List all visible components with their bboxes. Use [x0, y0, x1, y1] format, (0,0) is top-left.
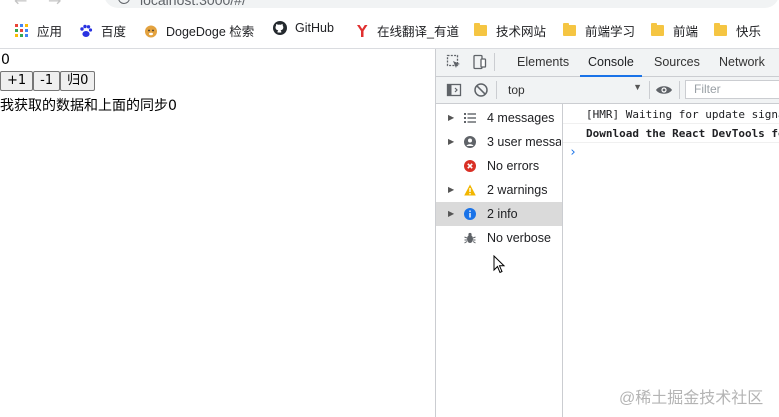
bookmark-folder-tech[interactable]: 技术网站 — [474, 21, 546, 40]
bookmark-label: 在线翻译_有道 — [377, 25, 459, 39]
page-viewport: 0 +1 -1 归0 我获取的数据和上面的同步0 — [0, 49, 435, 417]
sidebar-item-label: 2 info — [487, 207, 518, 221]
expand-arrow-icon[interactable]: ▶ — [448, 130, 454, 154]
browser-toolbar: ← → localhost:3000/#/ — [0, 0, 779, 10]
list-icon — [464, 113, 476, 123]
sidebar-item-label: No verbose — [487, 231, 551, 245]
increment-button[interactable]: +1 — [0, 71, 34, 91]
bookmark-baidu[interactable]: 百度 — [79, 21, 126, 40]
folder-icon — [563, 23, 576, 36]
tab-network[interactable]: Network — [719, 49, 765, 76]
forward-icon[interactable]: → — [48, 0, 61, 10]
sidebar-item-errors[interactable]: No errors — [436, 154, 562, 178]
bookmark-dogedoge[interactable]: DogeDoge 检索 — [144, 21, 254, 40]
sidebar-item-user-messages[interactable]: ▶ 3 user messages — [436, 130, 562, 154]
dropdown-arrow-icon: ▼ — [633, 82, 642, 92]
user-icon — [464, 136, 476, 148]
bookmark-label: DogeDoge 检索 — [166, 25, 255, 39]
bug-icon — [464, 232, 476, 244]
tab-elements[interactable]: Elements — [517, 49, 569, 76]
tab-console[interactable]: Console — [580, 49, 642, 77]
info-icon — [464, 208, 476, 220]
bookmark-label: 应用 — [37, 25, 63, 39]
device-toolbar-icon[interactable] — [471, 54, 487, 70]
toolbar-separator — [496, 81, 497, 99]
watermark-text: @稀土掘金技术社区 — [619, 390, 764, 407]
bookmark-apps[interactable]: 应用 — [15, 21, 62, 40]
warning-icon — [464, 184, 476, 196]
counter-buttons: +1 -1 归0 — [0, 71, 96, 91]
synced-message: 我获取的数据和上面的同步0 — [0, 98, 177, 114]
tab-sources[interactable]: Sources — [654, 49, 700, 76]
devtools-panel: Elements Console Sources Network top ▼ F… — [435, 49, 779, 417]
url-text[interactable]: localhost:3000/#/ — [140, 0, 246, 8]
sidebar-item-messages[interactable]: ▶ 4 messages — [436, 106, 562, 130]
expand-arrow-icon[interactable]: ▶ — [448, 202, 454, 226]
sidebar-toggle-icon[interactable] — [446, 82, 462, 98]
bookmark-github[interactable]: GitHub — [273, 21, 334, 35]
doge-icon — [145, 25, 157, 37]
mouse-cursor-icon — [493, 255, 506, 274]
baidu-paw-icon — [80, 24, 93, 37]
console-message: [HMR] Waiting for update signal from WDS… — [563, 105, 779, 124]
sidebar-item-label: 3 user messages — [487, 135, 561, 149]
bookmark-label: 技术网站 — [496, 25, 547, 39]
sidebar-item-label: 2 warnings — [487, 183, 548, 197]
context-value: top — [508, 83, 525, 97]
bookmark-label: 百度 — [101, 25, 127, 39]
github-icon — [273, 21, 287, 35]
counter-value: 0 — [1, 52, 10, 68]
devtools-tab-bar: Elements Console Sources Network — [436, 49, 779, 77]
back-icon[interactable]: ← — [14, 0, 27, 10]
bookmark-label: GitHub — [295, 21, 334, 35]
toolbar-separator — [649, 81, 650, 99]
clear-console-icon[interactable] — [473, 82, 489, 98]
console-output: [HMR] Waiting for update signal from WDS… — [563, 104, 779, 417]
bookmark-folder-frontend-learning[interactable]: 前端学习 — [563, 21, 635, 40]
bookmark-label: 快乐 — [736, 25, 762, 39]
folder-icon — [651, 23, 664, 36]
bookmark-folder-frontend[interactable]: 前端 — [651, 21, 698, 40]
sidebar-item-verbose[interactable]: No verbose — [436, 226, 562, 250]
youdao-icon — [357, 24, 368, 37]
console-prompt-chevron-icon[interactable]: › — [569, 145, 577, 160]
reset-button[interactable]: 归0 — [60, 71, 96, 91]
inspect-element-icon[interactable] — [446, 54, 462, 70]
folder-icon — [474, 23, 487, 36]
sidebar-item-warnings[interactable]: ▶ 2 warnings — [436, 178, 562, 202]
bookmark-youdao[interactable]: 在线翻译_有道 — [355, 21, 459, 40]
bookmarks-bar: 应用 百度 DogeDoge 检索 GitHub 在线翻译_有道 技术网站 前端… — [0, 16, 779, 42]
context-select[interactable]: top ▼ — [502, 81, 642, 99]
bookmark-label: 前端学习 — [585, 25, 636, 39]
toolbar-separator — [679, 81, 680, 99]
expand-arrow-icon[interactable]: ▶ — [448, 178, 454, 202]
apps-grid-icon — [15, 24, 28, 37]
sidebar-item-label: No errors — [487, 159, 540, 173]
bookmark-label: 前端 — [673, 25, 699, 39]
decrement-button[interactable]: -1 — [33, 71, 61, 91]
error-icon — [464, 160, 476, 172]
live-expression-eye-icon[interactable] — [655, 82, 673, 98]
bookmark-folder-happy[interactable]: 快乐 — [714, 21, 761, 40]
filter-input[interactable]: Filter — [685, 80, 779, 99]
sidebar-item-label: 4 messages — [487, 111, 555, 125]
folder-icon — [714, 23, 727, 36]
console-toolbar: top ▼ Filter — [436, 77, 779, 104]
expand-arrow-icon[interactable]: ▶ — [448, 106, 454, 130]
sidebar-item-info[interactable]: ▶ 2 info — [436, 202, 562, 226]
toolbar-separator — [494, 53, 495, 71]
console-message: Download the React DevTools for a better… — [563, 124, 779, 143]
